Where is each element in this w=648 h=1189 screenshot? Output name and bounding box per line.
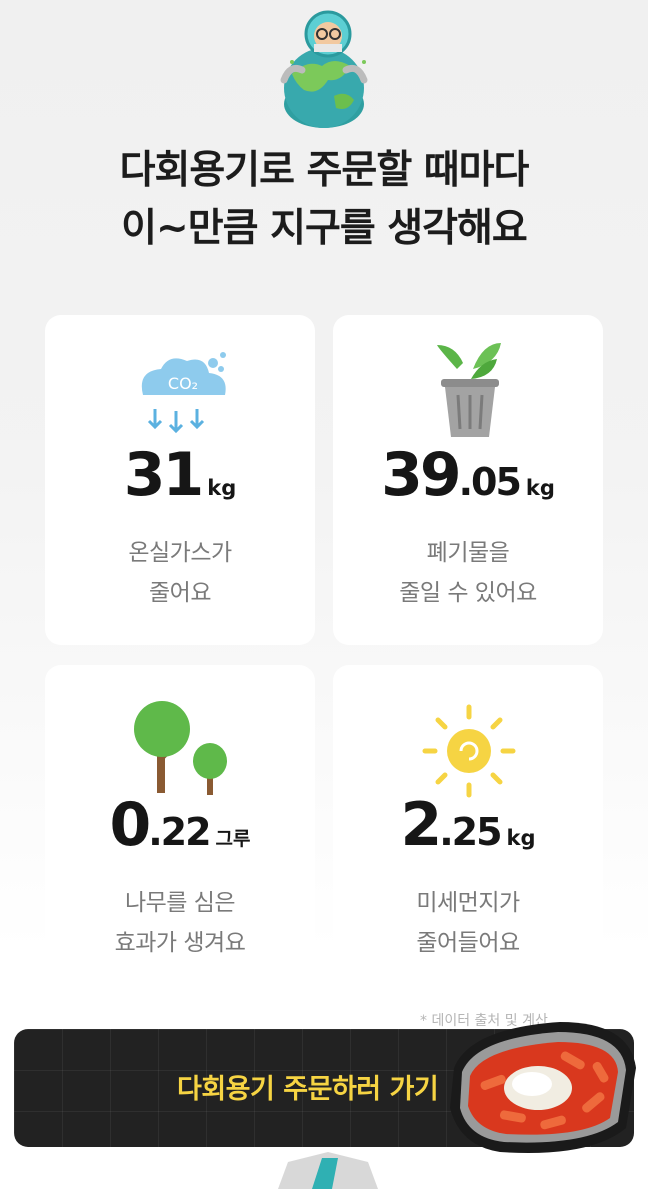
stat-value-integer: 31: [123, 440, 204, 510]
stat-description: 온실가스가 줄어요: [45, 533, 315, 613]
stat-description-line-2: 줄어요: [149, 580, 211, 606]
stat-description-line-1: 폐기물을: [426, 540, 510, 566]
stat-description-line-2: 효과가 생겨요: [114, 930, 246, 956]
stat-value-decimal: .25: [439, 810, 502, 854]
title-line-1: 다회용기로 주문할 때마다: [119, 148, 530, 193]
stat-value: 2 .25 kg: [333, 795, 603, 855]
stat-unit: kg: [525, 476, 555, 500]
stat-description: 폐기물을 줄일 수 있어요: [333, 533, 603, 613]
stat-value-decimal: .05: [458, 460, 522, 504]
stat-unit: kg: [207, 476, 237, 500]
stat-description: 미세먼지가 줄어들어요: [333, 883, 603, 963]
page-title: 다회용기로 주문할 때마다 이~만큼 지구를 생각해요: [0, 142, 648, 258]
stat-description-line-1: 미세먼지가: [416, 890, 520, 916]
svg-text:CO₂: CO₂: [168, 374, 198, 393]
stat-unit: 그루: [215, 828, 251, 850]
title-line-2: 이~만큼 지구를 생각해요: [121, 206, 528, 251]
stat-value-integer: 39: [381, 440, 461, 510]
earth-mascot-icon: [280, 10, 368, 128]
trash-can-leaf-icon: [437, 343, 501, 437]
stat-value: 31 kg: [45, 445, 315, 505]
sun-icon: [422, 704, 516, 798]
stat-card-fine-dust: 2 .25 kg 미세먼지가 줄어들어요: [333, 665, 603, 995]
stat-description: 나무를 심은 효과가 생겨요: [45, 883, 315, 963]
stat-description-line-1: 온실가스가: [128, 540, 232, 566]
co2-cloud-icon: CO₂: [141, 352, 226, 434]
stat-description-line-2: 줄일 수 있어요: [399, 580, 537, 606]
stat-value-decimal: .22: [148, 810, 211, 854]
stat-description-line-1: 나무를 심은: [124, 890, 236, 916]
trees-icon: [134, 701, 227, 795]
stat-value-integer: 0: [109, 790, 151, 860]
order-button-label: 다회용기 주문하러 가기: [177, 1074, 439, 1105]
stat-description-line-2: 줄어들어요: [416, 930, 520, 956]
stat-value: 0 .22 그루: [45, 795, 315, 855]
mascot-partial-icon: [278, 1152, 378, 1189]
eco-impact-page: 다회용기로 주문할 때마다 이~만큼 지구를 생각해요 CO₂ 31 kg 온실…: [0, 0, 648, 1189]
stat-card-greenhouse-gas: CO₂ 31 kg 온실가스가 줄어요: [45, 315, 315, 645]
stat-value: 39 .05 kg: [333, 445, 603, 505]
stat-card-trees: 0 .22 그루 나무를 심은 효과가 생겨요: [45, 665, 315, 995]
stat-card-waste: 39 .05 kg 폐기물을 줄일 수 있어요: [333, 315, 603, 645]
stat-unit: kg: [506, 826, 536, 850]
tteokbokki-dish-icon: [450, 1022, 636, 1153]
stat-value-integer: 2: [400, 790, 442, 860]
